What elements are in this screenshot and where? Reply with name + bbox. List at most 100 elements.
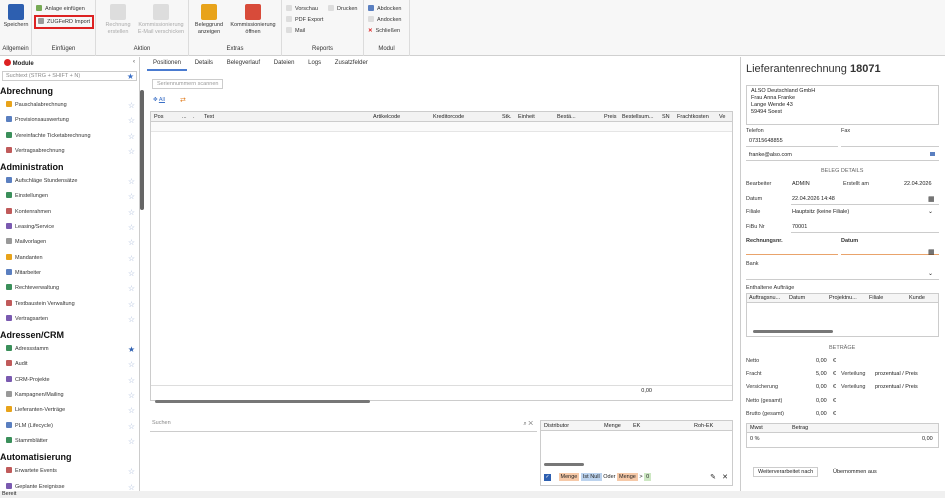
positions-grid[interactable]: Pos ... . Text Artikelcode Kreditorcode … xyxy=(150,111,733,403)
email-icon[interactable] xyxy=(930,152,935,156)
vorschau-button[interactable]: Vorschau xyxy=(286,5,318,13)
star-icon[interactable]: ☆ xyxy=(128,220,135,235)
sidebar-item[interactable]: Erwartete Events ☆ xyxy=(0,464,139,479)
mail-button[interactable]: Mail xyxy=(286,27,305,35)
tab-weiterverarbeitet[interactable]: Weiterverarbeitet nach xyxy=(753,467,819,477)
datum-field[interactable]: 22.04.2026 14:48 xyxy=(792,196,835,202)
kommissionierung-button[interactable]: Kommissionierung öffnen xyxy=(227,4,279,36)
schliessen-button[interactable]: ✕ Schließen xyxy=(368,27,400,35)
edit-filter-icon[interactable]: ✎ xyxy=(710,473,716,481)
sidebar-section-title[interactable]: Automatisierung xyxy=(0,449,139,464)
star-icon[interactable]: ☆ xyxy=(128,144,135,159)
collapse-icon[interactable]: ‹ xyxy=(133,59,135,65)
drucken-button[interactable]: Drucken xyxy=(328,5,357,13)
star-icon[interactable]: ☆ xyxy=(128,297,135,312)
star-icon[interactable]: ☆ xyxy=(128,373,135,388)
star-icon[interactable]: ☆ xyxy=(128,357,135,372)
sidebar-section-title[interactable]: Administration xyxy=(0,159,139,174)
sidebar-item[interactable]: Leasing/Service ☆ xyxy=(0,220,139,235)
star-icon[interactable]: ☆ xyxy=(128,129,135,144)
rechnungsdatum-field[interactable] xyxy=(841,254,939,255)
star-icon[interactable]: ☆ xyxy=(128,174,135,189)
address-box[interactable]: ALSO Deutschland GmbH Frau Anna Franke L… xyxy=(746,85,939,125)
auftraege-table[interactable]: Auftragsnu... Datum Projektnu... Filiale… xyxy=(746,293,939,337)
auftraege-scrollbar[interactable] xyxy=(753,330,833,333)
tab-logs[interactable]: Logs xyxy=(302,57,327,69)
sidebar-item[interactable]: Kontenrahmen ☆ xyxy=(0,205,139,220)
beleggrund-button[interactable]: Beleggrund anzeigen xyxy=(191,4,227,36)
star-icon[interactable]: ☆ xyxy=(128,312,135,327)
rechnungsnr-field[interactable] xyxy=(746,254,838,255)
grid-filter-row[interactable] xyxy=(151,122,732,132)
tab-dateien[interactable]: Dateien xyxy=(268,57,301,69)
sidebar-item[interactable]: Textbaustein Verwaltung ☆ xyxy=(0,297,139,312)
star-icon[interactable]: ☆ xyxy=(128,403,135,418)
rechnung-button[interactable]: Rechnung erstellen xyxy=(100,4,136,36)
star-icon[interactable]: ☆ xyxy=(128,205,135,220)
chevron-down-icon[interactable]: ⌄ xyxy=(928,270,933,277)
sidebar-item[interactable]: Einstellungen ☆ xyxy=(0,189,139,204)
star-icon[interactable]: ☆ xyxy=(128,98,135,113)
tab-positionen[interactable]: Positionen xyxy=(147,57,188,71)
sidebar-item[interactable]: Aufschläge Stundensätze ☆ xyxy=(0,174,139,189)
sidebar-section-title[interactable]: Abrechnung xyxy=(0,83,139,98)
sidebar-item[interactable]: Mailvorlagen ☆ xyxy=(0,235,139,250)
star-icon[interactable]: ★ xyxy=(127,72,134,81)
star-icon[interactable]: ☆ xyxy=(128,266,135,281)
sidebar-item[interactable]: Mitarbeiter ☆ xyxy=(0,266,139,281)
pdf-export-button[interactable]: PDF Export xyxy=(286,16,323,24)
star-icon[interactable]: ☆ xyxy=(128,419,135,434)
sidebar-item[interactable]: Vertragsarten ☆ xyxy=(0,312,139,327)
scan-serials-button[interactable]: Seriennummern scannen xyxy=(152,79,224,89)
chevron-down-icon[interactable]: ⌄ xyxy=(928,208,933,215)
expand-all-button[interactable]: ✥ All xyxy=(153,97,165,103)
sidebar-section-title[interactable]: Adressen/CRM xyxy=(0,327,139,342)
sidebar-item[interactable]: Lieferanten-Verträge ☆ xyxy=(0,403,139,418)
fibu-field[interactable]: 70001 xyxy=(792,224,807,230)
sidebar-item[interactable]: Vertragsabrechnung ☆ xyxy=(0,144,139,159)
star-icon[interactable]: ☆ xyxy=(128,189,135,204)
star-icon[interactable]: ☆ xyxy=(128,388,135,403)
sidebar-item[interactable]: Pauschalabrechnung ☆ xyxy=(0,98,139,113)
email-field[interactable]: franke@also.com xyxy=(749,152,792,158)
star-icon[interactable]: ☆ xyxy=(128,434,135,449)
telefon-field[interactable]: 07315648855 xyxy=(749,138,783,144)
sidebar-item[interactable]: Vereinfachte Ticketabrechnung ☆ xyxy=(0,129,139,144)
sidebar-item[interactable]: Adressstamm ★ xyxy=(0,342,139,357)
calendar-icon[interactable]: ▦ xyxy=(928,248,935,256)
star-icon[interactable]: ★ xyxy=(128,342,135,357)
filter-bar[interactable]: ✓ Menge Ist Null Oder Menge > 0 xyxy=(544,473,652,481)
tab-uebernommen[interactable]: Übernommen aus xyxy=(829,467,881,477)
zugferd-import-button[interactable]: ZUGFeRD Import xyxy=(34,15,95,29)
anlage-button[interactable]: Anlage einfügen xyxy=(36,5,85,13)
sidebar-scrollbar[interactable] xyxy=(140,90,144,210)
module-search-input[interactable]: Suchtext (STRG + SHIFT + N) ★ xyxy=(2,71,137,81)
tab-belegverlauf[interactable]: Belegverlauf xyxy=(221,57,266,69)
sidebar-item[interactable]: Kampagnen/Mailing ☆ xyxy=(0,388,139,403)
tab-zusatzfelder[interactable]: Zusatzfelder xyxy=(329,57,374,69)
versicherung-field[interactable]: 0,00 xyxy=(816,384,827,390)
abdocken-button[interactable]: Abdocken xyxy=(368,5,401,13)
clear-filter-icon[interactable]: ✕ xyxy=(722,473,728,481)
tab-details[interactable]: Details xyxy=(189,57,219,69)
save-button[interactable]: Speichern xyxy=(2,4,30,29)
transfer-icon[interactable]: ⇄ xyxy=(180,96,186,104)
sidebar-item[interactable]: Mandanten ☆ xyxy=(0,251,139,266)
sidebar-item[interactable]: Provisionsauswertung ☆ xyxy=(0,113,139,128)
filter-checkbox[interactable]: ✓ xyxy=(544,474,551,481)
grid-hscrollbar[interactable] xyxy=(155,400,370,403)
fracht-field[interactable]: 5,00 xyxy=(816,371,827,377)
star-icon[interactable]: ☆ xyxy=(128,251,135,266)
star-icon[interactable]: ☆ xyxy=(128,281,135,296)
kommission-mail-button[interactable]: Kommissionierung E-Mail verschicken xyxy=(136,4,186,36)
sidebar-item[interactable]: Stammblätter ☆ xyxy=(0,434,139,449)
star-icon[interactable]: ☆ xyxy=(128,113,135,128)
sidebar-item[interactable]: Rechteverwaltung ☆ xyxy=(0,281,139,296)
sidebar-item[interactable]: PLM (Lifecycle) ☆ xyxy=(0,419,139,434)
filiale-select[interactable]: Hauptsitz (keine Filiale) xyxy=(792,209,849,215)
star-icon[interactable]: ☆ xyxy=(128,235,135,250)
star-icon[interactable]: ☆ xyxy=(128,464,135,479)
bottom-search-input[interactable]: Suchen ⌕ ✕ xyxy=(150,420,537,432)
versicherung-verteilung-select[interactable]: prozentual / Preis xyxy=(875,384,918,390)
sidebar-item[interactable]: Audit ☆ xyxy=(0,357,139,372)
